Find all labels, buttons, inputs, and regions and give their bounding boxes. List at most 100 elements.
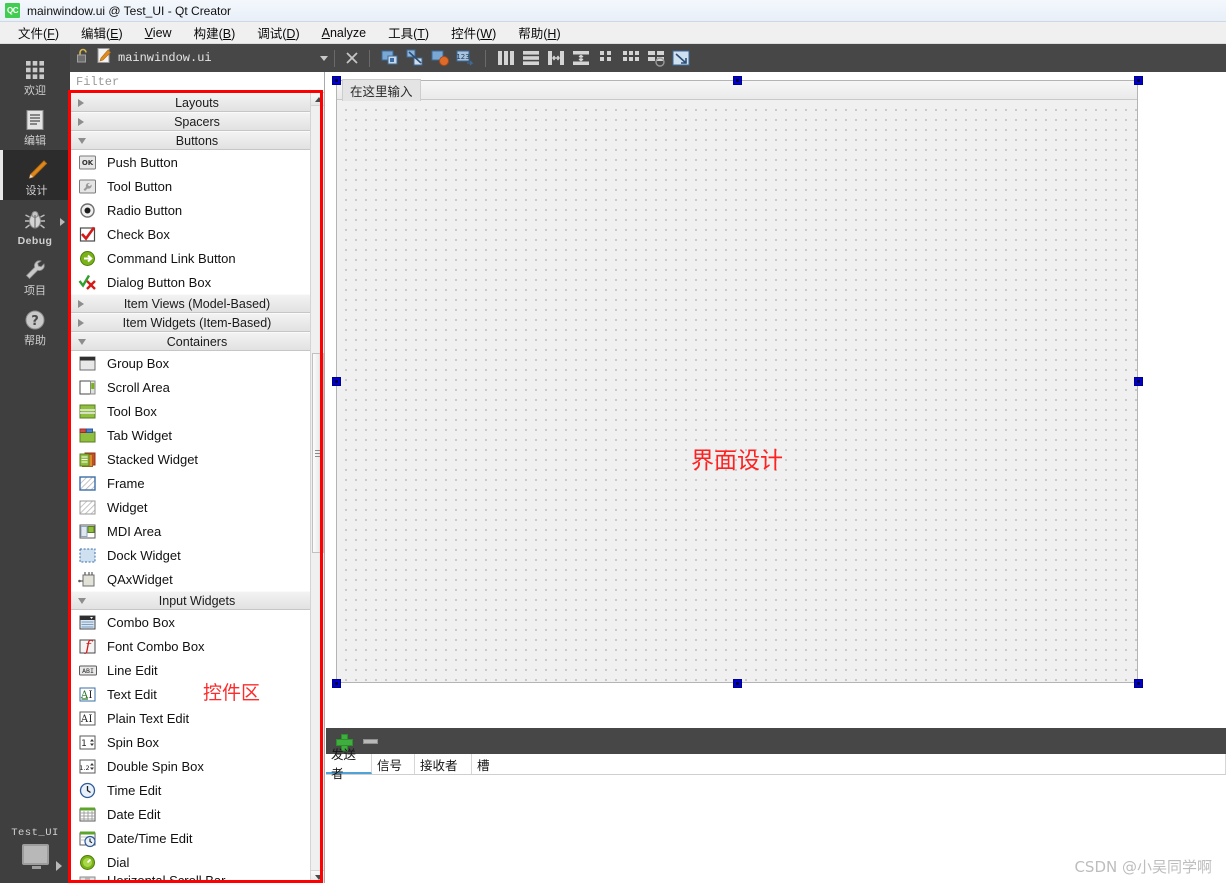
widget-item-label: QAxWidget (107, 571, 173, 587)
widget-item-double-spin-box[interactable]: 1.2 Double Spin Box (70, 754, 324, 778)
selection-handle-bottom-right[interactable] (1134, 679, 1143, 688)
widget-item-plain-text-edit[interactable]: A I Plain Text Edit (70, 706, 324, 730)
widget-item-check-box[interactable]: Check Box (70, 222, 324, 246)
widget-item-dialog-button-box[interactable]: Dialog Button Box (70, 270, 324, 294)
mode-projects[interactable]: 项目 (0, 250, 70, 300)
selection-handle-bottom-left[interactable] (332, 679, 341, 688)
widget-item-tab-widget[interactable]: Tab Widget (70, 423, 324, 447)
scroll-up-button[interactable] (311, 93, 324, 106)
selection-handle-top-right[interactable] (1134, 76, 1143, 85)
widget-item-command-link-button[interactable]: Command Link Button (70, 246, 324, 270)
form-main-window[interactable]: 在这里输入 界面设计 (336, 78, 1138, 683)
remove-connection-button[interactable] (363, 738, 378, 744)
widget-item-group-box[interactable]: Group Box (70, 351, 324, 375)
kit-selector[interactable]: Test_UI (0, 823, 70, 883)
layout-form-icon[interactable] (595, 47, 617, 69)
selection-handle-top-left[interactable] (332, 76, 341, 85)
widget-item-push-button[interactable]: OK Push Button (70, 150, 324, 174)
widget-item-spin-box[interactable]: 1 Spin Box (70, 730, 324, 754)
widget-item-mdi-area[interactable]: MDI Area (70, 519, 324, 543)
menu-placeholder-item[interactable]: 在这里输入 (342, 78, 421, 102)
widget-group-item-views[interactable]: Item Views (Model-Based) (70, 294, 324, 313)
layout-splitter-vertical-icon[interactable] (570, 47, 592, 69)
widget-item-frame[interactable]: Frame (70, 471, 324, 495)
widget-item-scroll-area[interactable]: Scroll Area (70, 375, 324, 399)
widget-item-line-edit[interactable]: ABI Line Edit (70, 658, 324, 682)
menu-help[interactable]: 帮助(H) (507, 21, 571, 44)
mode-edit[interactable]: 编辑 (0, 100, 70, 150)
scrollbar-thumb[interactable] (312, 353, 324, 553)
mode-help[interactable]: ? 帮助 (0, 300, 70, 350)
widget-group-buttons[interactable]: Buttons (70, 131, 324, 150)
widget-item-widget[interactable]: Widget (70, 495, 324, 519)
widget-group-containers[interactable]: Containers (70, 332, 324, 351)
form-central-widget[interactable]: 界面设计 (337, 101, 1137, 682)
mode-debug[interactable]: Debug (0, 200, 70, 250)
selection-handle-middle-right[interactable] (1134, 377, 1143, 386)
widget-item-label: Dialog Button Box (107, 274, 212, 290)
widget-group-spacers[interactable]: Spacers (70, 112, 324, 131)
unlocked-icon[interactable] (76, 48, 90, 69)
edit-signals-slots-icon[interactable] (404, 47, 426, 69)
widget-group-item-widgets[interactable]: Item Widgets (Item-Based) (70, 313, 324, 332)
kit-name: Test_UI (11, 827, 59, 839)
widget-item-stacked-widget[interactable]: Stacked Widget (70, 447, 324, 471)
widget-item-label: Dial (107, 854, 130, 870)
column-header-sender[interactable]: 发送者 (326, 748, 372, 781)
menu-debug[interactable]: 调试(D) (246, 21, 310, 44)
menu-build[interactable]: 构建(B) (183, 21, 247, 44)
break-layout-icon[interactable] (645, 47, 667, 69)
column-header-receiver[interactable]: 接收者 (415, 754, 472, 774)
widget-item-tool-box[interactable]: Tool Box (70, 399, 324, 423)
widget-item-qax-widget[interactable]: QAxWidget (70, 567, 324, 591)
widget-item-date-time-edit[interactable]: Date/Time Edit (70, 826, 324, 850)
edit-tab-order-icon[interactable]: 123 (454, 47, 476, 69)
widget-group-input-widgets[interactable]: Input Widgets (70, 591, 324, 610)
adjust-size-icon[interactable] (670, 47, 692, 69)
widget-item-horizontal-scroll-bar[interactable]: Horizontal Scroll Bar (70, 874, 324, 883)
mode-design[interactable]: 设计 (0, 150, 70, 200)
column-header-signal[interactable]: 信号 (372, 754, 415, 774)
layout-grid-icon[interactable] (620, 47, 642, 69)
widget-item-dock-widget[interactable]: Dock Widget (70, 543, 324, 567)
widget-item-date-edit[interactable]: Date Edit (70, 802, 324, 826)
widget-item-text-edit[interactable]: A I Text Edit (70, 682, 324, 706)
open-document-combo[interactable]: mainwindow.ui (70, 44, 328, 72)
frame-icon (78, 474, 98, 493)
widget-item-combo-box[interactable]: Combo Box (70, 610, 324, 634)
menu-analyze[interactable]: Analyze (311, 24, 377, 42)
selection-handle-top-center[interactable] (733, 76, 742, 85)
pencil-icon (24, 157, 50, 183)
scroll-down-button[interactable] (311, 870, 324, 883)
widget-box-scrollbar[interactable] (310, 93, 324, 883)
widget-item-dial[interactable]: Dial (70, 850, 324, 874)
widget-item-label: Widget (107, 499, 148, 515)
menu-window[interactable]: 控件(W) (440, 21, 507, 44)
widget-group-layouts[interactable]: Layouts (70, 93, 324, 112)
layout-splitter-horizontal-icon[interactable] (545, 47, 567, 69)
widget-item-font-combo-box[interactable]: f Font Combo Box (70, 634, 324, 658)
selection-handle-middle-left[interactable] (332, 377, 341, 386)
menu-view[interactable]: View (134, 24, 183, 42)
menu-file[interactable]: 文件(F) (7, 21, 70, 44)
chevron-down-icon[interactable] (320, 55, 328, 61)
menu-tools[interactable]: 工具(T) (377, 21, 440, 44)
widget-item-tool-button[interactable]: Tool Button (70, 174, 324, 198)
layout-horizontally-icon[interactable] (495, 47, 517, 69)
menu-edit[interactable]: 编辑(E) (70, 21, 134, 44)
monitor-icon (21, 844, 49, 869)
selection-handle-bottom-center[interactable] (733, 679, 742, 688)
widget-item-time-edit[interactable]: Time Edit (70, 778, 324, 802)
command-link-icon (78, 249, 98, 268)
mode-welcome[interactable]: 欢迎 (0, 50, 70, 100)
layout-vertically-icon[interactable] (520, 47, 542, 69)
column-header-slot[interactable]: 槽 (472, 754, 1226, 774)
widget-filter-input[interactable]: Filter (70, 72, 324, 93)
double-spin-box-icon: 1.2 (78, 757, 98, 776)
edit-buddies-icon[interactable] (429, 47, 451, 69)
edit-widgets-icon[interactable] (379, 47, 401, 69)
mode-debug-label: Debug (17, 235, 53, 247)
widget-item-radio-button[interactable]: Radio Button (70, 198, 324, 222)
tool-box-icon (78, 402, 98, 421)
close-icon[interactable] (341, 47, 363, 69)
